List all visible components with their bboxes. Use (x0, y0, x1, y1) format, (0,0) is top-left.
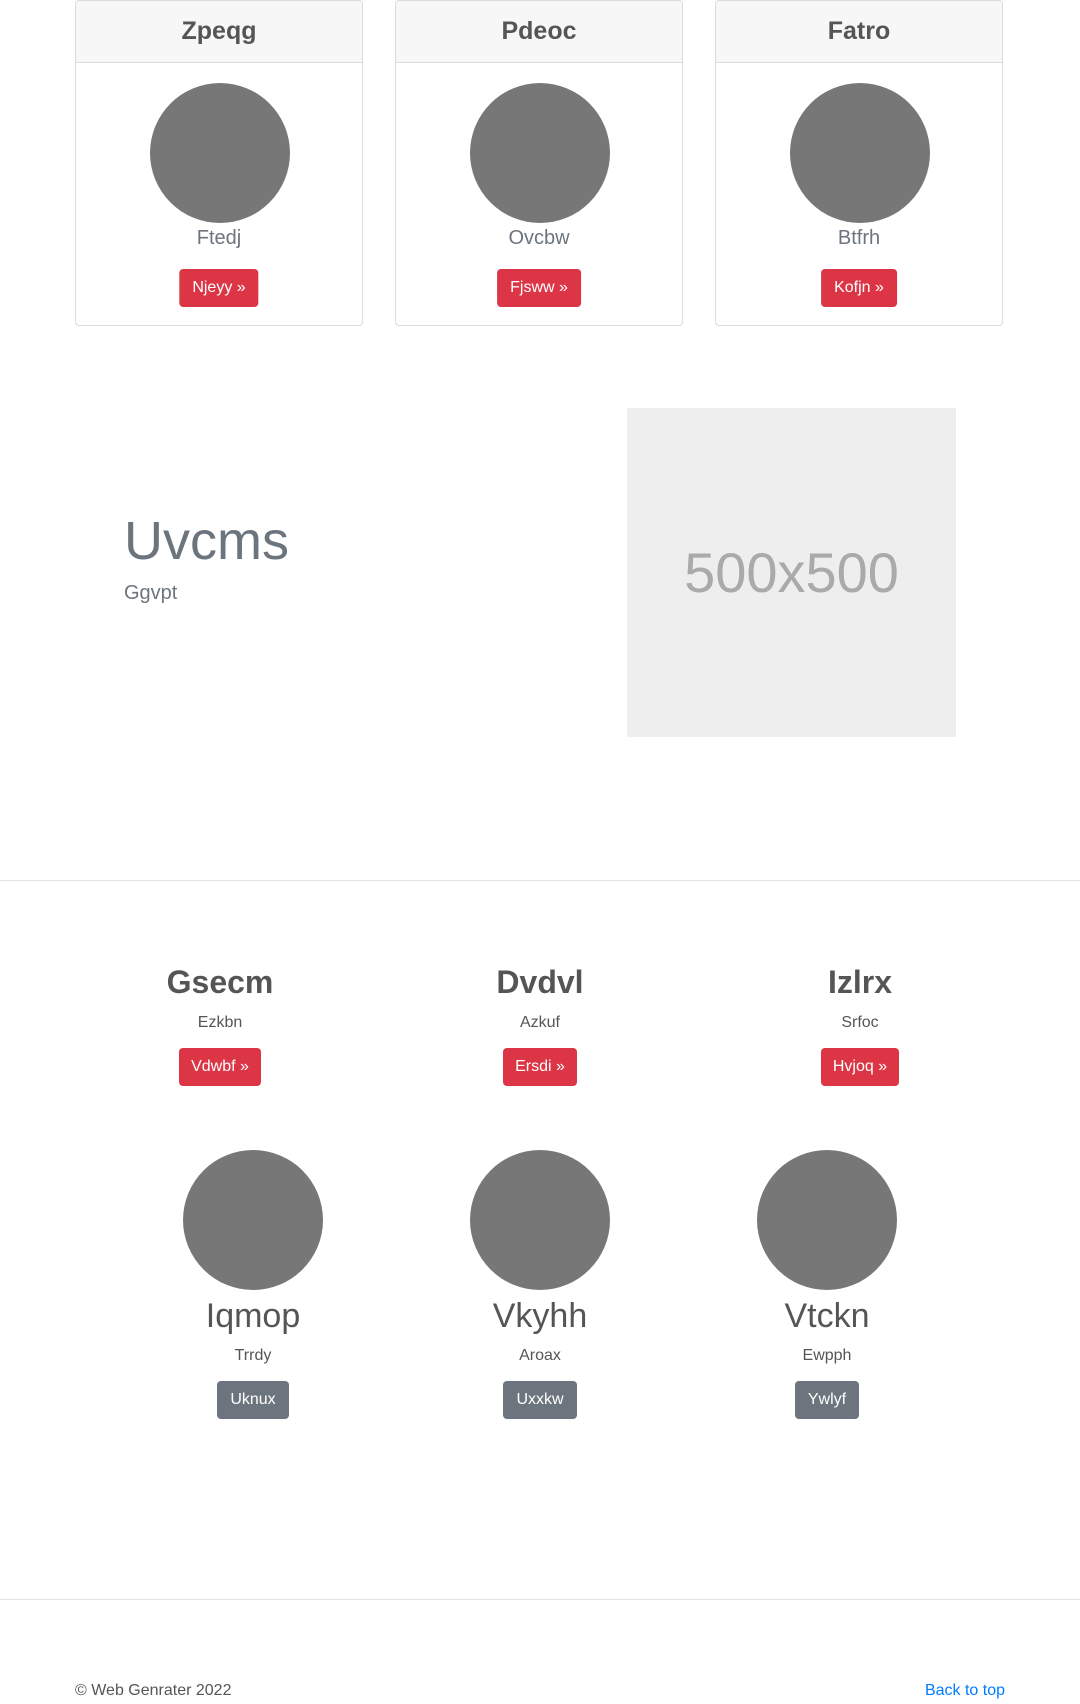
card-body: Btfrh Kofjn » (716, 63, 1002, 325)
column-izlrx: Izlrx Srfoc Hvjoq » (710, 966, 1010, 1086)
column-button[interactable]: Ersdi » (503, 1048, 577, 1086)
card-header: Zpeqg (76, 1, 362, 63)
person-vtckn: Vtckn Ewpph Ywlyf (707, 1150, 947, 1420)
image-placeholder: 500x500 (627, 408, 956, 737)
section-divider (0, 880, 1080, 881)
column-text: Srfoc (841, 1014, 879, 1031)
person-text: Ewpph (802, 1347, 852, 1365)
card-button[interactable]: Njeyy » (179, 269, 259, 307)
person-name: Iqmop (205, 1297, 301, 1335)
column-heading: Dvdvl (496, 964, 584, 1000)
feature-heading: Uvcms (124, 511, 289, 571)
person-name: Vkyhh (492, 1297, 588, 1335)
avatar (470, 1150, 610, 1290)
card-subtitle: Btfrh (837, 227, 881, 249)
card-body: Ovcbw Fjsww » (396, 63, 682, 325)
card-header: Pdeoc (396, 1, 682, 63)
back-to-top-link[interactable]: Back to top (925, 1682, 1005, 1700)
person-name: Vtckn (784, 1297, 870, 1335)
card-zpeqg: Zpeqg Ftedj Njeyy » (75, 0, 363, 326)
card-subtitle: Ovcbw (508, 227, 570, 249)
card-subtitle: Ftedj (196, 227, 242, 249)
column-gsecm: Gsecm Ezkbn Vdwbf » (70, 966, 370, 1086)
avatar (790, 83, 930, 223)
person-button[interactable]: Uxxkw (503, 1381, 577, 1420)
card-body: Ftedj Njeyy » (76, 63, 362, 325)
person-vkyhh: Vkyhh Aroax Uxxkw (420, 1150, 660, 1420)
column-dvdvl: Dvdvl Azkuf Ersdi » (390, 966, 690, 1086)
card-pdeoc: Pdeoc Ovcbw Fjsww » (395, 0, 683, 326)
feature-subheading: Ggvpt (124, 582, 178, 604)
column-button[interactable]: Hvjoq » (820, 1048, 900, 1086)
person-button[interactable]: Ywlyf (794, 1381, 860, 1420)
person-text: Aroax (519, 1347, 561, 1365)
avatar (757, 1150, 897, 1290)
avatar (183, 1150, 323, 1290)
footer-copyright: © Web Genrater 2022 (75, 1682, 232, 1699)
card-button[interactable]: Fjsww » (497, 269, 581, 307)
card-fatro: Fatro Btfrh Kofjn » (715, 0, 1003, 326)
column-heading: Izlrx (827, 964, 893, 1000)
footer-divider (0, 1599, 1080, 1600)
column-button[interactable]: Vdwbf » (179, 1048, 261, 1086)
column-text: Azkuf (519, 1014, 560, 1031)
image-placeholder-label: 500x500 (684, 541, 899, 604)
column-heading: Gsecm (166, 964, 274, 1000)
card-button[interactable]: Kofjn » (821, 269, 897, 307)
card-header: Fatro (716, 1, 1002, 63)
avatar (150, 83, 290, 223)
avatar (470, 83, 610, 223)
person-iqmop: Iqmop Trrdy Uknux (133, 1150, 373, 1420)
person-button[interactable]: Uknux (217, 1381, 289, 1420)
column-text: Ezkbn (197, 1014, 243, 1031)
person-text: Trrdy (234, 1347, 272, 1365)
